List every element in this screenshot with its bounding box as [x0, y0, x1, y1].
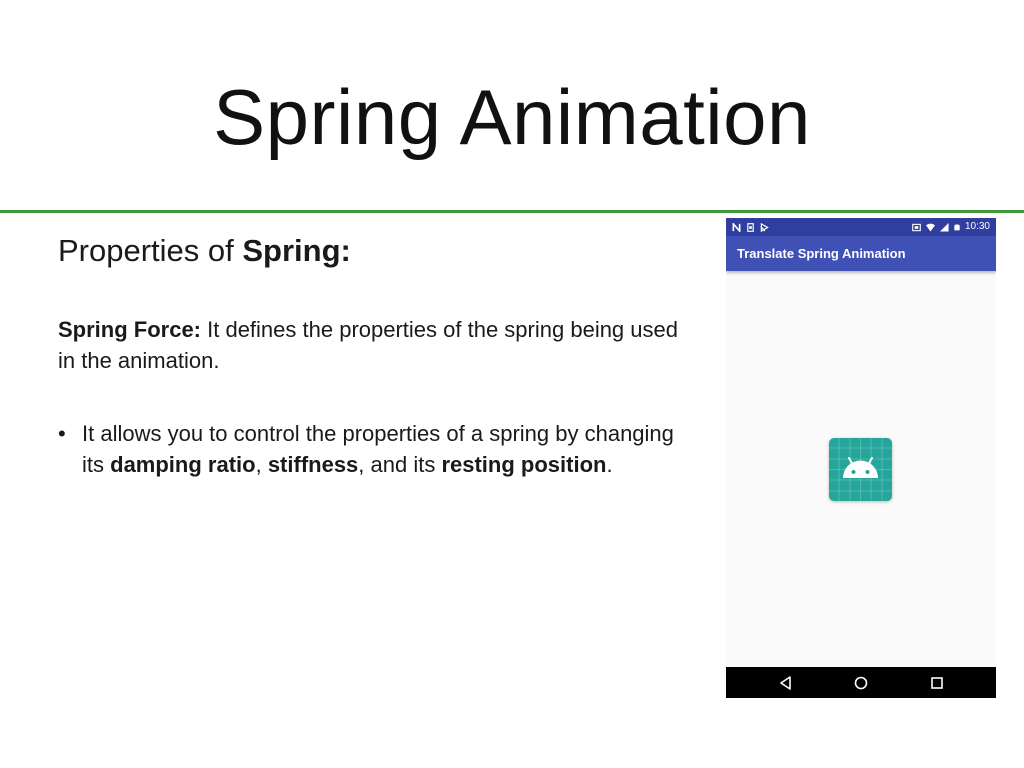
bullet-text-2: , — [255, 452, 268, 477]
android-robot-icon — [829, 438, 892, 501]
stiffness-term: stiffness — [267, 452, 359, 477]
phone-screenshot: 10:30 Translate Spring Animation — [726, 218, 996, 698]
bullet-text-3: , and its — [358, 452, 442, 477]
status-right-icons: 10:30 — [912, 218, 990, 236]
slide-content: Properties of Spring: Spring Force: It d… — [58, 230, 688, 477]
properties-heading-prefix: Properties of — [58, 233, 243, 268]
status-bar: 10:30 — [726, 218, 996, 236]
spring-force-paragraph: Spring Force: It defines the properties … — [58, 314, 688, 376]
navigation-bar — [726, 667, 996, 698]
bullet-text-4: . — [606, 452, 613, 477]
n-notification-icon — [732, 222, 741, 232]
sim-icon — [747, 222, 754, 232]
android-icon[interactable] — [829, 438, 892, 501]
properties-heading: Properties of Spring: — [58, 230, 688, 272]
app-bar: Translate Spring Animation — [726, 236, 996, 271]
status-left-icons — [732, 218, 769, 236]
battery-icon — [954, 224, 960, 230]
wifi-icon — [925, 223, 935, 232]
title-divider — [0, 210, 1024, 213]
bullet-symbol: • — [58, 421, 66, 446]
media-icon — [760, 222, 769, 232]
resting-position-term: resting position — [441, 452, 607, 477]
home-icon[interactable] — [851, 673, 871, 693]
status-time: 10:30 — [964, 221, 990, 232]
properties-heading-bold: Spring: — [242, 233, 351, 268]
bullet-item: • It allows you to control the properties… — [58, 418, 688, 480]
back-icon[interactable] — [776, 673, 796, 693]
slide-title: Spring Animation — [213, 73, 811, 161]
signal-icon — [939, 222, 949, 232]
spring-force-term: Spring Force: — [58, 317, 202, 342]
damping-ratio-term: damping ratio — [110, 452, 256, 477]
vibrate-icon — [912, 223, 921, 231]
app-bar-title: Translate Spring Animation — [737, 246, 906, 261]
recents-icon[interactable] — [927, 673, 947, 693]
